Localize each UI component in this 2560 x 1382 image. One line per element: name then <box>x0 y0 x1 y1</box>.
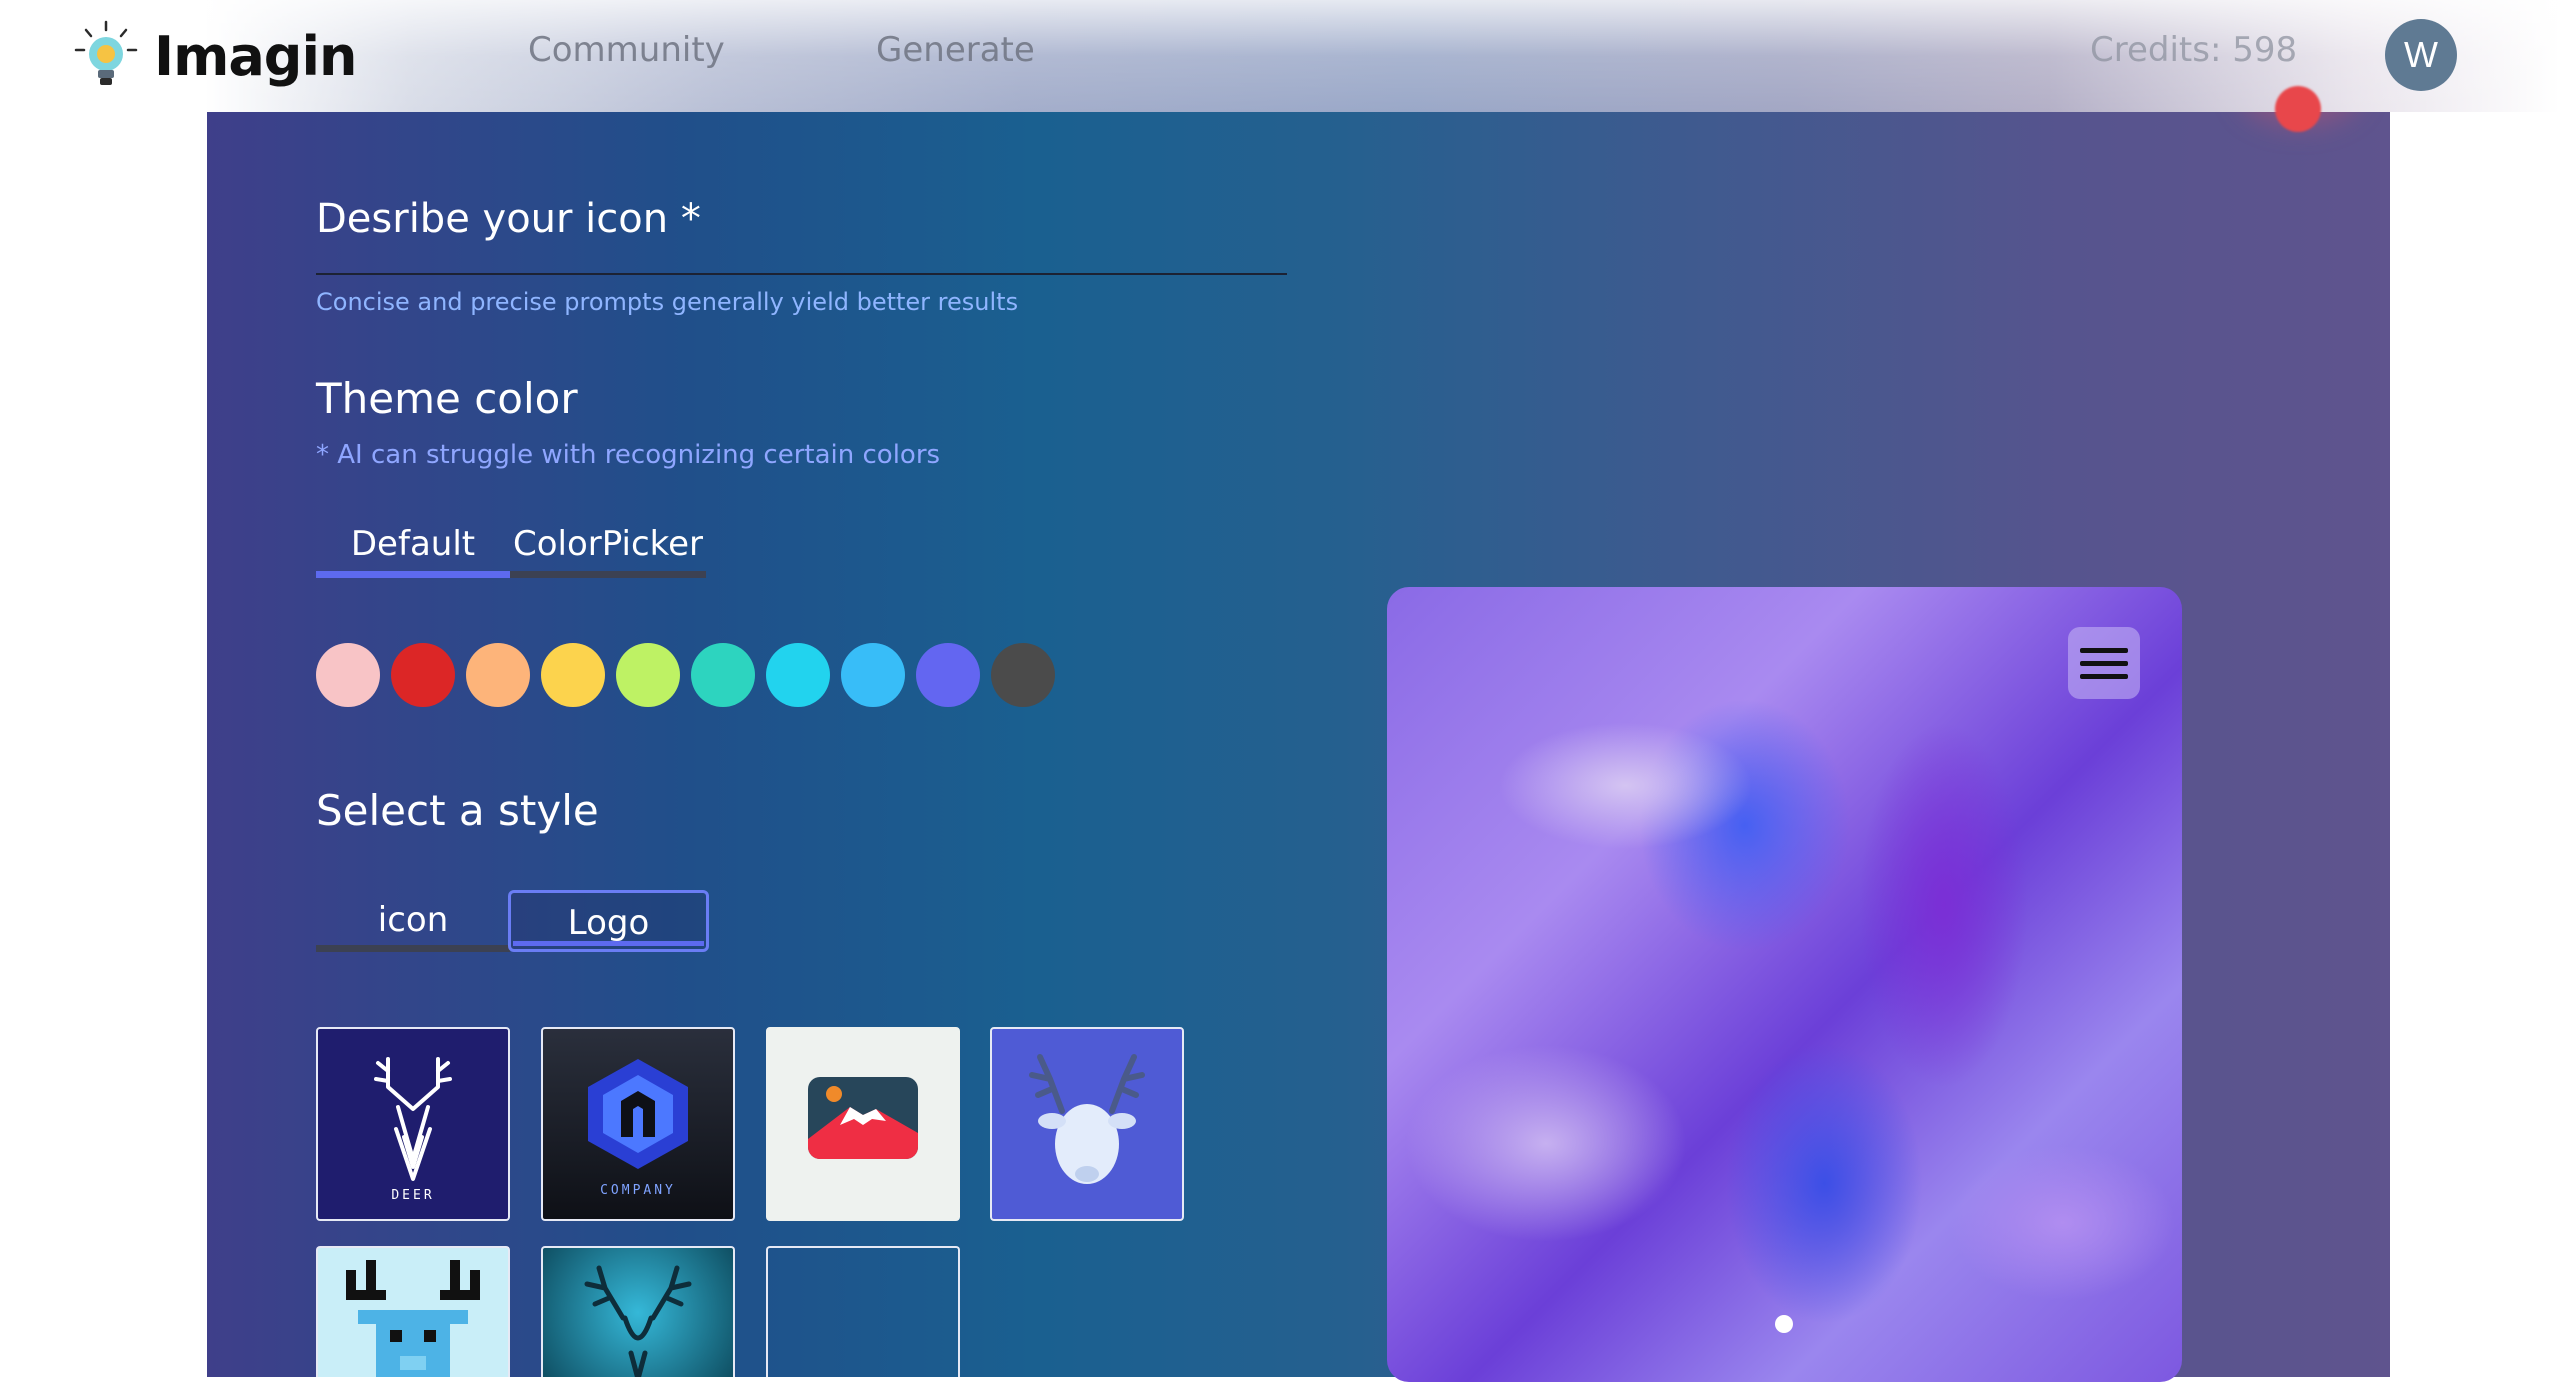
notification-dot <box>2275 86 2321 132</box>
top-header: Imagin Community Generate Credits: 598 W <box>0 0 2560 112</box>
color-swatch[interactable] <box>691 643 755 707</box>
color-swatch[interactable] <box>991 643 1055 707</box>
tab-colorpicker-indicator <box>510 571 706 578</box>
deer-head-icon <box>1029 1054 1145 1184</box>
style-tab-logo-label: Logo <box>567 903 650 943</box>
color-swatch[interactable] <box>466 643 530 707</box>
tab-colorpicker-label: ColorPicker <box>512 524 704 564</box>
style-tab-logo-indicator <box>513 941 704 946</box>
tab-default-indicator <box>316 571 510 578</box>
mountain-icon <box>808 1077 918 1159</box>
tab-colorpicker[interactable]: ColorPicker <box>510 518 706 578</box>
deer-3d-thumb[interactable] <box>990 1027 1184 1221</box>
style-tab-icon-label: icon <box>377 900 449 940</box>
user-avatar[interactable]: W <box>2385 19 2457 91</box>
style-tab-logo[interactable]: Logo <box>508 890 709 952</box>
empty-thumb[interactable] <box>766 1246 960 1377</box>
theme-color-note: * AI can struggle with recognizing certa… <box>316 440 941 470</box>
brand-logo[interactable]: Imagin <box>74 20 357 92</box>
lightbulb-icon <box>74 20 138 92</box>
hamburger-icon[interactable] <box>2068 627 2140 699</box>
color-swatch[interactable] <box>766 643 830 707</box>
deer-antler-icon <box>584 1265 692 1377</box>
credits-counter: Credits: 598 <box>2090 30 2298 70</box>
deer-line-icon: DEER <box>374 1057 452 1203</box>
deer-logo-thumb[interactable]: DEER <box>316 1027 510 1221</box>
pixel-deer-icon <box>346 1260 480 1377</box>
theme-color-title: Theme color <box>316 374 578 423</box>
deer-silhouette-thumb[interactable] <box>541 1246 735 1377</box>
nav-generate-link[interactable]: Generate <box>876 30 1035 70</box>
deer-caption: DEER <box>391 1188 434 1203</box>
describe-icon-input[interactable] <box>316 273 1287 275</box>
company-caption: COMPANY <box>600 1183 676 1198</box>
nav-community-link[interactable]: Community <box>528 30 725 70</box>
carousel-dot[interactable] <box>1775 1315 1793 1333</box>
pixel-deer-thumb[interactable] <box>316 1246 510 1377</box>
mountain-logo-thumb[interactable] <box>766 1027 960 1221</box>
select-style-title: Select a style <box>316 786 599 835</box>
color-swatch[interactable] <box>616 643 680 707</box>
color-swatch[interactable] <box>541 643 605 707</box>
describe-icon-label: Desribe your icon * <box>316 196 701 242</box>
describe-helper-text: Concise and precise prompts generally yi… <box>316 288 1019 316</box>
style-tab-icon[interactable]: icon <box>316 890 510 952</box>
tab-default[interactable]: Default <box>316 518 510 578</box>
color-swatch[interactable] <box>916 643 980 707</box>
tab-default-label: Default <box>350 524 476 564</box>
hexagon-logo-icon: COMPANY <box>588 1059 688 1198</box>
color-swatch[interactable] <box>391 643 455 707</box>
company-logo-thumb[interactable]: COMPANY <box>541 1027 735 1221</box>
color-swatch[interactable] <box>316 643 380 707</box>
style-tab-icon-indicator <box>316 945 510 952</box>
preview-image <box>1387 587 2182 1382</box>
color-swatch[interactable] <box>841 643 905 707</box>
brand-name: Imagin <box>154 24 357 88</box>
